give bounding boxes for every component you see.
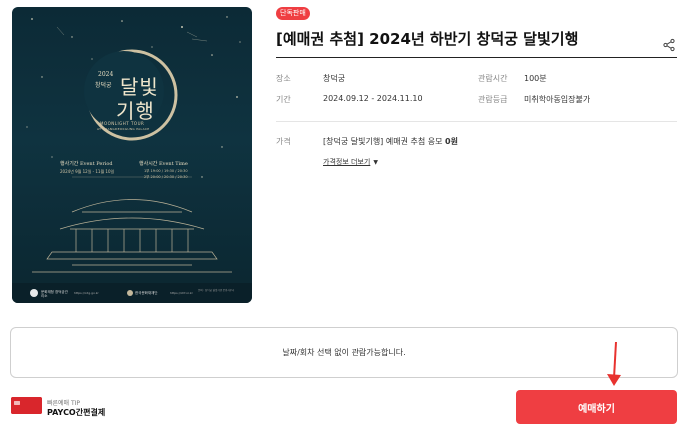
- runtime-label: 관람시간: [478, 74, 508, 83]
- poster-time-label: 행사시간 Event Time: [139, 161, 188, 167]
- schedule-notice: 날짜/회차 선택 없이 관람가능합니다.: [10, 327, 678, 378]
- poster-site2: https://chf.or.kr: [170, 291, 193, 295]
- poster-period-label: 행사기간 Event Period: [60, 161, 113, 167]
- poster-subtitle2: AT CHANGDEOKGUNG PALACE: [97, 127, 150, 131]
- rating-value: 미취학아동입장불가: [524, 95, 591, 104]
- info-divider: [276, 121, 677, 122]
- caret-down-icon: ▼: [373, 159, 378, 166]
- poster-venue: 창덕궁: [95, 82, 112, 89]
- price-more-label: 가격정보 더보기: [323, 158, 371, 166]
- period-value: 2024.09.12 - 2024.11.10: [323, 94, 423, 103]
- payco-card-icon: [11, 397, 42, 414]
- period-label: 기간: [276, 95, 291, 104]
- event-poster: 2024 창덕궁 달빛 기행 MOONLIGHT TOUR AT CHANGDE…: [12, 7, 252, 303]
- place-label: 장소: [276, 74, 291, 83]
- place-value: 창덕궁: [323, 74, 346, 83]
- price-item: [창덕궁 달빛기행] 예매권 추첨 응모: [323, 137, 443, 146]
- reserve-button[interactable]: 예매하기: [516, 390, 677, 424]
- price-more-link[interactable]: 가격정보 더보기 ▼: [323, 157, 378, 167]
- arrow-down-icon: [604, 340, 626, 390]
- poster-time-line2: 2부 20:00 / 20:30 / 20:30: [144, 175, 188, 179]
- poster-org2: 한국문화재재단: [135, 291, 158, 295]
- rating-label: 관람등급: [478, 95, 508, 104]
- payco-label: PAYCO간편결제: [47, 408, 106, 417]
- poster-org1: 문화재청 창덕궁관리소: [41, 290, 68, 298]
- runtime-value: 100분: [524, 74, 547, 83]
- payco-tip: 빠른예매 TIP: [47, 400, 81, 407]
- price-amount: 0원: [445, 137, 458, 146]
- poster-footer-note: 문의 : 창덕궁 달빛기행 운영사무국: [198, 289, 235, 292]
- price-row: [창덕궁 달빛기행] 예매권 추첨 응모 0원: [323, 136, 458, 147]
- title-divider: [276, 57, 677, 58]
- poster-artwork: [12, 16, 252, 303]
- schedule-notice-text: 날짜/회차 선택 없이 관람가능합니다.: [282, 348, 406, 357]
- page-title: [예매권 추첨] 2024년 하반기 창덕궁 달빛기행: [276, 30, 579, 48]
- poster-title-line2: 기행: [116, 99, 155, 123]
- poster-site1: https://cdg.go.kr: [74, 291, 99, 295]
- poster-time-line1: 1부 19:00 / 19:30 / 20:30: [144, 169, 188, 173]
- exclusive-badge: 단독판매: [276, 7, 310, 20]
- poster-subtitle: MOONLIGHT TOUR: [100, 121, 145, 126]
- price-label: 가격: [276, 137, 291, 146]
- poster-year: 2024: [98, 71, 114, 78]
- poster-period-dates: 2024년 9월 12일 - 11월 10일: [60, 169, 115, 174]
- share-icon[interactable]: [662, 37, 676, 52]
